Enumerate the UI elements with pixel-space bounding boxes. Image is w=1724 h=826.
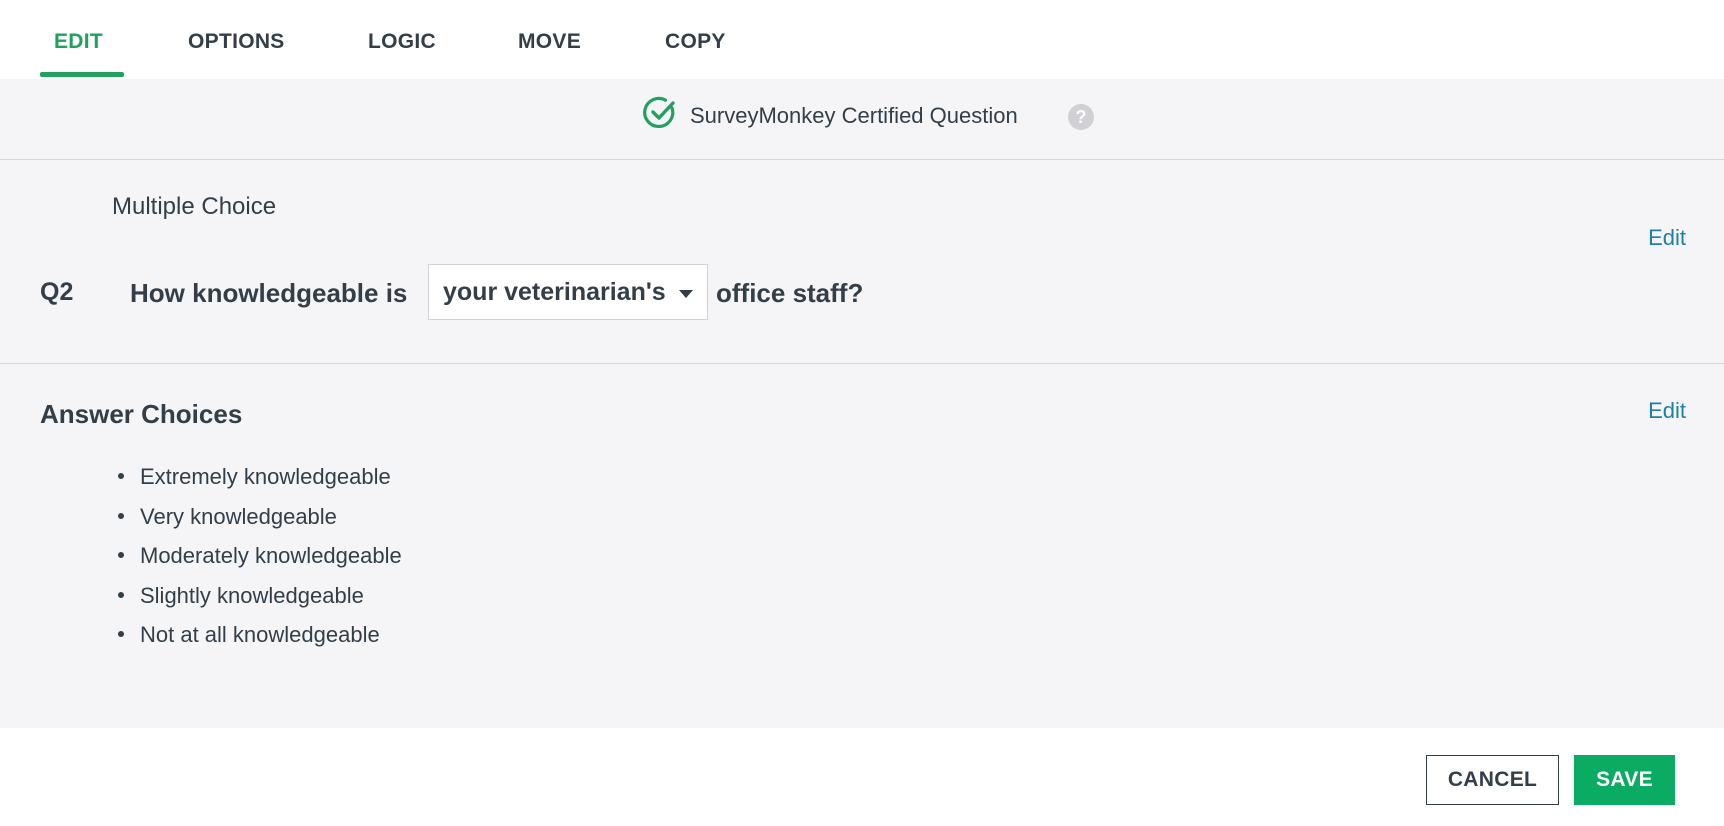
answer-label: Very knowledgeable [140, 503, 337, 529]
list-item: Very knowledgeable [118, 497, 402, 537]
answer-label: Slightly knowledgeable [140, 582, 364, 608]
certified-label: SurveyMonkey Certified Question [690, 103, 1018, 128]
answer-label: Moderately knowledgeable [140, 543, 402, 568]
answer-label: Extremely knowledgeable [140, 464, 391, 489]
list-item: Not at all knowledgeable [118, 615, 402, 655]
tab-edit[interactable]: EDIT [54, 30, 103, 54]
active-tab-indicator [40, 72, 124, 77]
caret-down-icon [679, 290, 693, 298]
edit-answers-link[interactable]: Edit [1648, 398, 1686, 424]
bullet-icon [118, 552, 124, 559]
question-type-label: Multiple Choice [112, 193, 277, 220]
bullet-icon [118, 631, 124, 638]
question-mark-icon[interactable]: ? [1068, 104, 1094, 130]
tab-logic[interactable]: LOGIC [368, 30, 436, 54]
list-item: Moderately knowledgeable [118, 536, 402, 576]
save-button[interactable]: SAVE [1574, 755, 1675, 805]
question-editor-panel: SurveyMonkey Certified Question ? Multip… [0, 79, 1724, 728]
bullet-icon [118, 473, 124, 480]
list-item: Slightly knowledgeable [118, 576, 402, 616]
tab-move[interactable]: MOVE [518, 30, 581, 54]
tab-bar: EDIT OPTIONS LOGIC MOVE COPY [0, 0, 1724, 79]
answer-list: Extremely knowledgeable Very knowledgeab… [118, 457, 402, 655]
tab-options[interactable]: OPTIONS [188, 30, 285, 54]
footer-actions: CANCEL SAVE [0, 728, 1724, 826]
check-circle-icon [643, 96, 675, 128]
certified-banner: SurveyMonkey Certified Question ? [0, 79, 1724, 160]
bullet-icon [118, 512, 124, 519]
tab-copy[interactable]: COPY [665, 30, 726, 54]
pipe-dropdown[interactable]: your veterinarian's [428, 264, 708, 320]
question-text-before: How knowledgeable is [130, 278, 408, 308]
cancel-button[interactable]: CANCEL [1426, 755, 1559, 805]
question-number: Q2 [40, 278, 74, 306]
answer-label: Not at all knowledgeable [140, 622, 380, 647]
question-section: Multiple Choice Edit Q2 How knowledgeabl… [0, 160, 1724, 364]
bullet-icon [118, 591, 124, 598]
answer-choices-title: Answer Choices [40, 399, 243, 429]
answer-choices-section: Answer Choices Edit Extremely knowledgea… [0, 365, 1724, 728]
question-text-after: office staff? [716, 278, 864, 308]
edit-question-link[interactable]: Edit [1648, 225, 1686, 251]
pipe-dropdown-value: your veterinarian's [443, 278, 666, 306]
list-item: Extremely knowledgeable [118, 457, 402, 497]
